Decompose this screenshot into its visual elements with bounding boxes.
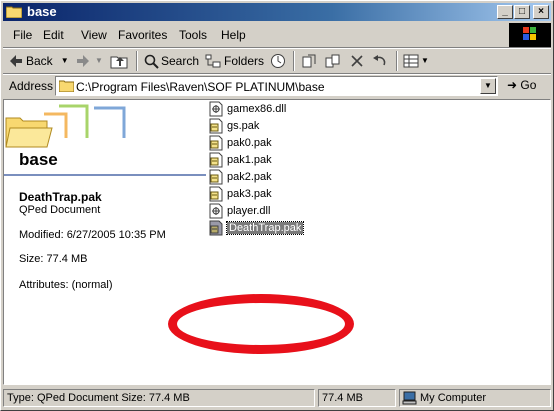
folders-label: Folders <box>224 54 265 68</box>
go-button[interactable]: ➜ Go <box>507 78 536 92</box>
pak-icon <box>209 169 223 184</box>
pak-icon <box>209 220 223 235</box>
toolbar-separator <box>396 51 398 71</box>
minimize-button[interactable]: _ <box>497 5 513 19</box>
selected-file-attributes: Attributes: (normal) <box>19 279 113 291</box>
address-bar: Address C:\Program Files\Raven\SOF PLATI… <box>3 75 551 97</box>
window-title: base <box>27 4 57 19</box>
pak-icon <box>209 186 223 201</box>
file-item[interactable]: pak3.pak <box>208 185 272 202</box>
go-arrow-icon: ➜ <box>507 78 518 92</box>
dll-icon <box>209 101 223 116</box>
file-name: pak0.pak <box>227 136 272 149</box>
selected-file-name: DeathTrap.pak <box>19 190 102 204</box>
undo-icon <box>373 55 386 66</box>
folders-icon <box>205 54 221 67</box>
forward-button[interactable]: ▼ <box>76 52 103 70</box>
history-button[interactable] <box>270 52 286 70</box>
standard-toolbar: Back ▼ ▼ Search Folders ▼ <box>3 49 551 73</box>
views-icon <box>403 54 419 68</box>
folder-icon <box>6 6 22 18</box>
folder-content: base DeathTrap.pak QPed Document Modifie… <box>3 99 551 385</box>
address-field[interactable]: C:\Program Files\Raven\SOF PLATINUM\base… <box>55 76 498 96</box>
file-name: pak3.pak <box>227 187 272 200</box>
menu-edit[interactable]: Edit <box>43 28 64 42</box>
history-icon <box>271 54 285 68</box>
folder-title: base <box>19 150 58 169</box>
back-label: Back <box>26 54 53 68</box>
file-item[interactable]: gamex86.dll <box>208 100 286 117</box>
views-button[interactable]: ▼ <box>403 52 429 70</box>
delete-button[interactable] <box>350 52 364 70</box>
selected-file-type: QPed Document <box>19 204 101 216</box>
pak-icon <box>209 118 223 133</box>
explorer-window: base _ □ × File Edit View Favorites Tool… <box>0 0 554 411</box>
forward-dropdown-icon[interactable]: ▼ <box>95 52 103 70</box>
folder-header-graphic <box>5 104 126 148</box>
file-item[interactable]: pak0.pak <box>208 134 272 151</box>
file-name: pak2.pak <box>227 170 272 183</box>
file-name: player.dll <box>227 204 271 217</box>
folders-button[interactable]: Folders <box>205 52 264 70</box>
file-list: gamex86.dll gs.pak pak0.pak pak1.pak pak… <box>206 100 546 384</box>
up-folder-icon <box>110 56 128 69</box>
file-name: DeathTrap.pak <box>225 220 305 235</box>
file-item-selected[interactable]: DeathTrap.pak <box>208 219 305 236</box>
selected-file-modified: Modified: 6/27/2005 10:35 PM <box>19 229 166 241</box>
toolbar-separator <box>293 51 295 71</box>
file-name: pak1.pak <box>227 153 272 166</box>
back-dropdown-icon[interactable]: ▼ <box>61 52 69 70</box>
file-item[interactable]: pak2.pak <box>208 168 272 185</box>
pak-icon <box>209 152 223 167</box>
delete-icon <box>351 55 363 67</box>
menu-help[interactable]: Help <box>221 28 246 42</box>
file-name: gamex86.dll <box>227 102 287 115</box>
close-button[interactable]: × <box>533 5 549 19</box>
views-dropdown-icon[interactable]: ▼ <box>421 52 429 70</box>
copy-to-button[interactable] <box>325 52 341 70</box>
back-button[interactable]: Back ▼ <box>9 52 69 70</box>
zone-label: My Computer <box>420 392 487 404</box>
menu-favorites[interactable]: Favorites <box>118 28 167 42</box>
maximize-button[interactable]: □ <box>514 5 530 19</box>
windows-logo <box>509 23 551 47</box>
go-label: Go <box>520 78 537 92</box>
up-folder-button[interactable] <box>110 52 128 70</box>
status-size: 77.4 MB <box>318 389 396 407</box>
copy-to-icon <box>325 54 340 68</box>
search-label: Search <box>161 54 200 68</box>
search-button[interactable]: Search <box>144 52 199 70</box>
dll-icon <box>209 203 223 218</box>
search-icon <box>144 54 159 69</box>
windows-flag-icon <box>523 27 536 40</box>
status-bar: Type: QPed Document Size: 77.4 MB 77.4 M… <box>3 388 551 408</box>
status-zone: My Computer <box>399 389 551 407</box>
title-bar[interactable]: base _ □ × <box>3 3 551 21</box>
move-to-icon <box>302 54 316 68</box>
menu-tools[interactable]: Tools <box>179 28 207 42</box>
toolbar-separator <box>136 51 138 71</box>
address-label: Address <box>9 79 54 93</box>
move-to-button[interactable] <box>301 52 317 70</box>
file-item[interactable]: gs.pak <box>208 117 259 134</box>
pak-icon <box>209 135 223 150</box>
file-item[interactable]: player.dll <box>208 202 270 219</box>
header-divider <box>4 174 206 176</box>
menu-file[interactable]: File <box>13 28 32 42</box>
file-item[interactable]: pak1.pak <box>208 151 272 168</box>
menu-bar: File Edit View Favorites Tools Help <box>3 24 507 46</box>
address-dropdown-icon[interactable]: ▼ <box>480 78 496 94</box>
menu-view[interactable]: View <box>81 28 107 42</box>
folder-icon <box>59 80 74 92</box>
address-path: C:\Program Files\Raven\SOF PLATINUM\base <box>76 80 325 94</box>
back-arrow-icon <box>10 55 22 67</box>
file-name: gs.pak <box>227 119 260 132</box>
selected-file-size: Size: 77.4 MB <box>19 253 88 265</box>
my-computer-icon <box>402 391 417 405</box>
undo-button[interactable] <box>372 52 388 70</box>
status-info: Type: QPed Document Size: 77.4 MB <box>3 389 315 407</box>
web-view-pane: base DeathTrap.pak QPed Document Modifie… <box>4 100 206 384</box>
forward-arrow-icon <box>77 55 89 67</box>
